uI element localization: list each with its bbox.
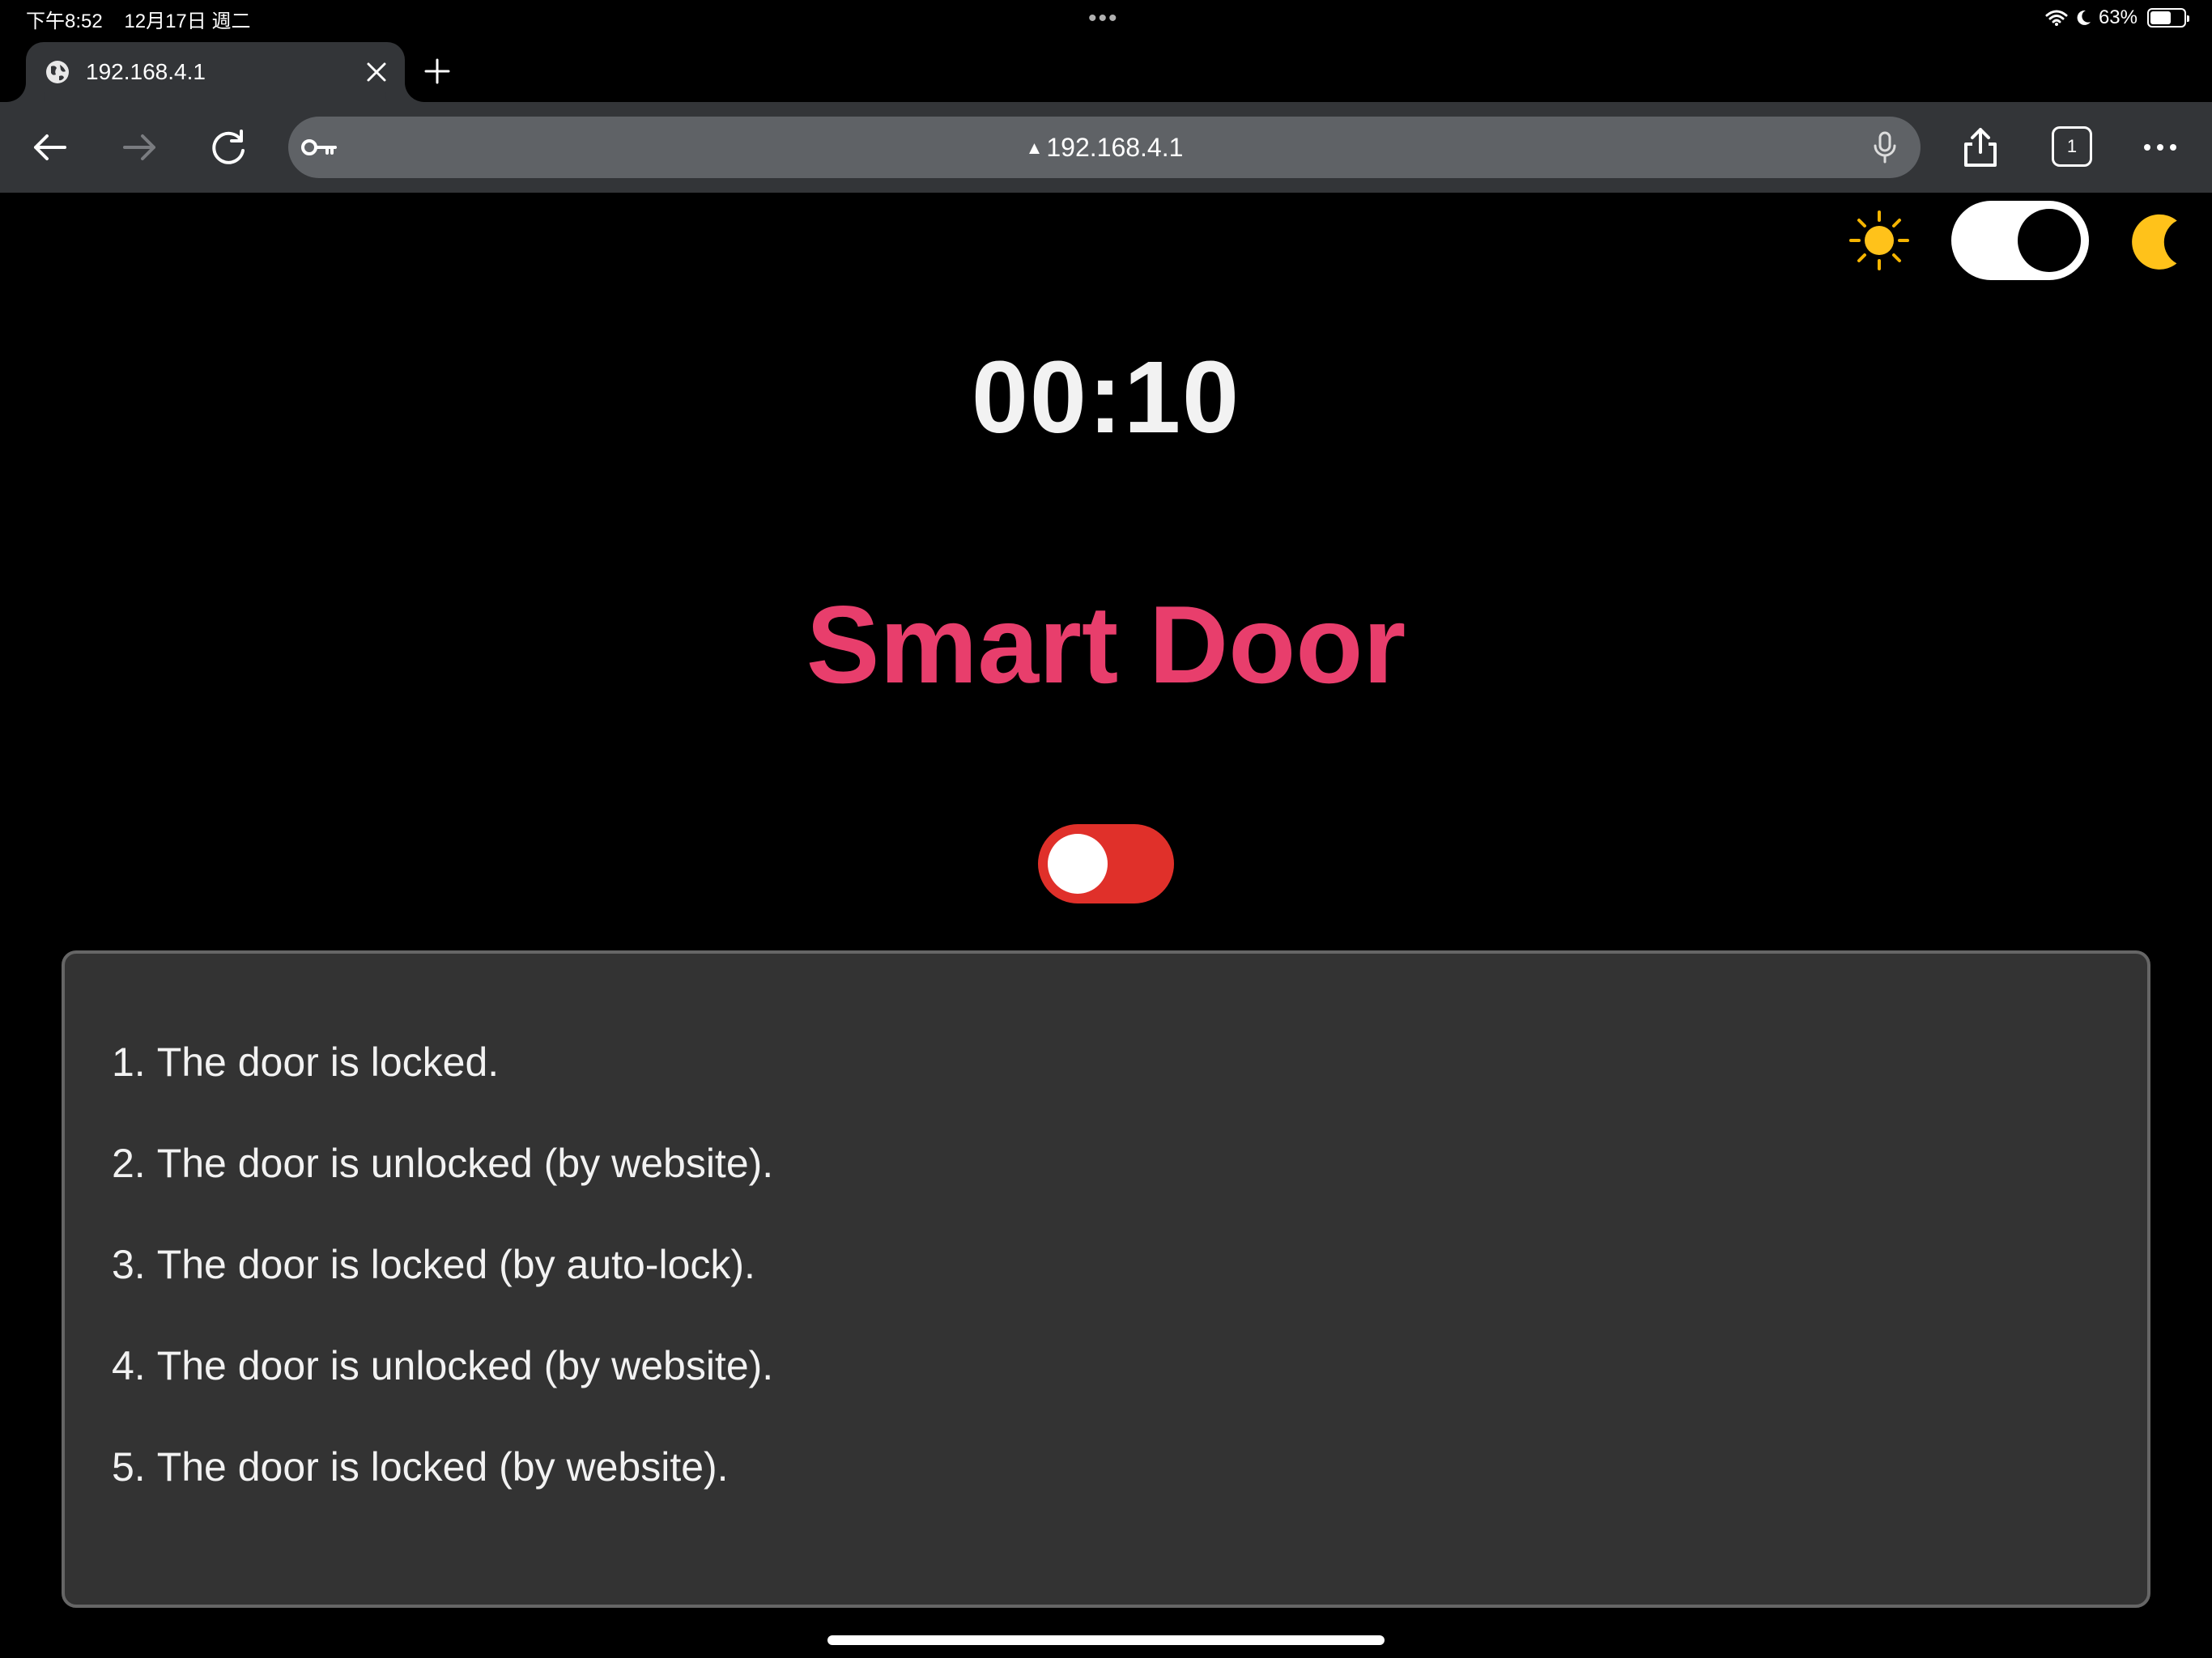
screen: 下午8:52 12月17日 週二 ••• 63% 192.168.4.1 ▲ 1… (0, 0, 2212, 1658)
focus-moon-icon (2077, 10, 2091, 25)
status-bar: 下午8:52 12月17日 週二 ••• 63% (0, 0, 2212, 39)
status-datetime: 下午8:52 12月17日 週二 (26, 5, 266, 33)
status-indicators: 63% (2045, 6, 2189, 29)
theme-toggle-row (1848, 201, 2188, 280)
tab-strip: 192.168.4.1 (0, 39, 2212, 102)
log-item: 3. The door is locked (by auto-lock). (112, 1242, 755, 1287)
log-item: 4. The door is unlocked (by website). (112, 1343, 774, 1388)
back-arrow-icon[interactable] (28, 125, 73, 170)
new-tab-plus-icon[interactable] (421, 55, 453, 87)
url-text: 192.168.4.1 (1046, 133, 1184, 162)
battery-percent: 63% (2098, 6, 2138, 28)
page-title: Smart Door (806, 583, 1406, 706)
wifi-icon (2045, 10, 2068, 26)
url-display[interactable]: ▲ 192.168.4.1 (288, 133, 1921, 163)
dark-mode-toggle[interactable] (1951, 201, 2089, 280)
multitasking-dots-icon[interactable]: ••• (1088, 5, 1119, 32)
reload-icon[interactable] (206, 125, 251, 170)
share-icon[interactable] (1958, 125, 2003, 170)
log-item: 5. The door is locked (by website). (112, 1444, 729, 1490)
web-page: 00:10 Smart Door 1. The door is locked. 2… (0, 193, 2212, 1658)
status-time: 下午8:52 (26, 11, 103, 32)
forward-arrow-icon[interactable] (117, 125, 162, 170)
browser-tab[interactable]: 192.168.4.1 (26, 42, 405, 102)
moon-icon (2132, 214, 2177, 270)
log-item: 1. The door is locked. (112, 1039, 500, 1085)
more-options-icon[interactable] (2138, 125, 2183, 170)
status-date: 12月17日 週二 (124, 11, 251, 32)
countdown-timer: 00:10 (971, 340, 1241, 454)
battery-icon (2147, 8, 2189, 28)
event-log-panel: 1. The door is locked. 2. The door is unlo… (62, 950, 2150, 1608)
tab-title: 192.168.4.1 (86, 59, 206, 84)
close-icon[interactable] (363, 58, 390, 86)
microphone-icon[interactable] (1865, 128, 1904, 167)
browser-toolbar: ▲ 192.168.4.1 1 (0, 102, 2212, 193)
tab-switcher-button[interactable]: 1 (2052, 126, 2092, 167)
globe-icon (46, 61, 69, 83)
log-item: 2. The door is unlocked (by website). (112, 1141, 774, 1186)
event-log-list: 1. The door is locked. 2. The door is unlo… (112, 1038, 773, 1544)
home-indicator[interactable] (827, 1635, 1385, 1645)
sun-icon (1849, 210, 1909, 270)
warning-icon: ▲ (1025, 138, 1044, 158)
address-bar[interactable]: ▲ 192.168.4.1 (288, 117, 1921, 178)
door-lock-toggle[interactable] (1038, 824, 1174, 903)
